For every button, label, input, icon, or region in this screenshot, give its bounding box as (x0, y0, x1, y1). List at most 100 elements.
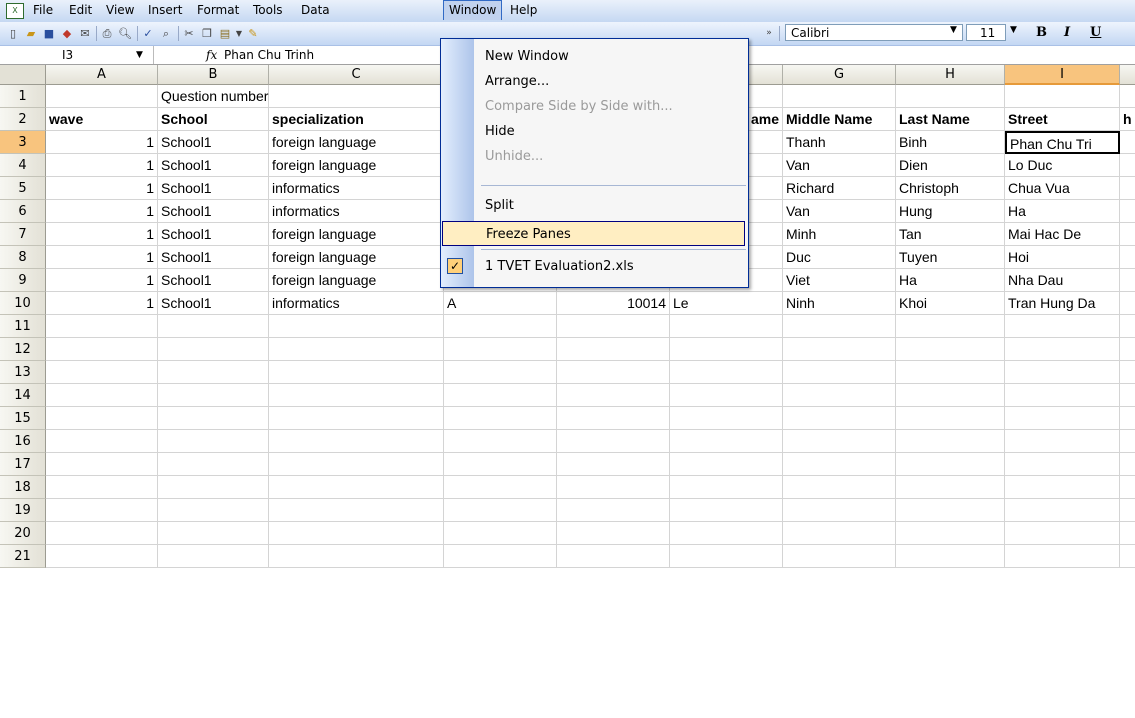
cell[interactable] (670, 338, 783, 361)
cell[interactable] (1005, 384, 1120, 407)
menu-window[interactable]: Window (443, 0, 503, 20)
question-number-cell[interactable]: Question number (158, 85, 269, 108)
header-cell-school[interactable]: School (158, 108, 269, 131)
cell[interactable] (896, 85, 1005, 108)
name-box-dropdown-icon[interactable]: ▼ (136, 46, 143, 64)
cell[interactable] (1120, 545, 1135, 568)
data-cell[interactable]: Chua Vua (1005, 177, 1120, 200)
cell[interactable] (444, 430, 557, 453)
cell[interactable] (783, 338, 896, 361)
cell[interactable] (444, 407, 557, 430)
row-header-3[interactable]: 3 (0, 131, 46, 154)
row-header-9[interactable]: 9 (0, 269, 46, 292)
data-cell[interactable]: Minh (783, 223, 896, 246)
cell[interactable] (1120, 338, 1135, 361)
cell[interactable] (557, 338, 670, 361)
cell[interactable] (444, 545, 557, 568)
cell[interactable] (269, 315, 444, 338)
data-cell[interactable]: School1 (158, 246, 269, 269)
copy-icon[interactable]: ❐ (200, 27, 214, 40)
cell[interactable] (896, 499, 1005, 522)
format-painter-icon[interactable]: ✎ (246, 27, 260, 40)
cell[interactable] (1120, 200, 1135, 223)
data-cell[interactable]: Tran Hung Da (1005, 292, 1120, 315)
cell[interactable] (783, 453, 896, 476)
paste-dropdown-icon[interactable]: ▼ (232, 27, 246, 40)
cell[interactable] (783, 499, 896, 522)
name-box[interactable]: I3 ▼ (0, 46, 154, 64)
cell[interactable] (1120, 177, 1135, 200)
data-cell[interactable]: Van (783, 154, 896, 177)
cell[interactable] (158, 361, 269, 384)
data-cell[interactable]: foreign language (269, 269, 444, 292)
data-cell[interactable]: Dien (896, 154, 1005, 177)
menu-insert[interactable]: Insert (143, 1, 187, 20)
cell[interactable] (670, 407, 783, 430)
cell[interactable] (783, 545, 896, 568)
data-cell[interactable]: Viet (783, 269, 896, 292)
cell[interactable] (46, 85, 158, 108)
cell[interactable] (783, 361, 896, 384)
cell[interactable] (896, 522, 1005, 545)
cell[interactable] (444, 476, 557, 499)
row-header-5[interactable]: 5 (0, 177, 46, 200)
spelling-icon[interactable]: ✓ (141, 27, 155, 40)
row-header-12[interactable]: 12 (0, 338, 46, 361)
cell[interactable] (670, 499, 783, 522)
row-header-14[interactable]: 14 (0, 384, 46, 407)
cell[interactable] (46, 407, 158, 430)
cell[interactable] (1005, 338, 1120, 361)
row-header-19[interactable]: 19 (0, 499, 46, 522)
underline-button[interactable]: U (1090, 25, 1101, 40)
cell[interactable] (158, 338, 269, 361)
cell[interactable] (1120, 292, 1135, 315)
data-cell[interactable]: Tan (896, 223, 1005, 246)
cell[interactable] (557, 453, 670, 476)
menu-item-split[interactable]: Split (441, 193, 748, 218)
cell[interactable] (1120, 131, 1135, 154)
data-cell[interactable]: Mai Hac De (1005, 223, 1120, 246)
row-header-15[interactable]: 15 (0, 407, 46, 430)
italic-button[interactable]: I (1064, 25, 1070, 40)
data-cell[interactable]: Binh (896, 131, 1005, 154)
cell[interactable] (1005, 361, 1120, 384)
cell[interactable] (557, 361, 670, 384)
menu-item-unhide[interactable]: Unhide... (441, 144, 748, 169)
permission-icon[interactable]: ◆ (60, 27, 74, 40)
toolbar-overflow-icon[interactable]: » (762, 27, 776, 40)
data-cell[interactable]: 1 (46, 223, 158, 246)
cell[interactable] (158, 315, 269, 338)
cell[interactable] (46, 384, 158, 407)
cell[interactable] (158, 453, 269, 476)
data-cell[interactable]: Tuyen (896, 246, 1005, 269)
menu-item-hide[interactable]: Hide (441, 119, 748, 144)
cell[interactable] (670, 522, 783, 545)
menu-item-window-file[interactable]: ✓ 1 TVET Evaluation2.xls (441, 254, 748, 279)
cell[interactable] (46, 499, 158, 522)
cell[interactable] (444, 522, 557, 545)
cell[interactable] (557, 499, 670, 522)
cell[interactable] (269, 430, 444, 453)
cell[interactable] (46, 338, 158, 361)
header-cell-last-name[interactable]: Last Name (896, 108, 1005, 131)
row-header-11[interactable]: 11 (0, 315, 46, 338)
cell[interactable] (896, 407, 1005, 430)
row-header-6[interactable]: 6 (0, 200, 46, 223)
column-header-j[interactable] (1120, 65, 1135, 85)
cell[interactable] (557, 430, 670, 453)
column-header-b[interactable]: B (158, 65, 269, 85)
menu-format[interactable]: Format (192, 1, 244, 20)
cell[interactable] (896, 476, 1005, 499)
data-cell[interactable]: 1 (46, 154, 158, 177)
row-header-1[interactable]: 1 (0, 85, 46, 108)
header-cell-specialization[interactable]: specialization (269, 108, 444, 131)
data-cell[interactable]: 1 (46, 292, 158, 315)
data-cell[interactable]: School1 (158, 269, 269, 292)
data-cell[interactable]: A (444, 292, 557, 315)
fx-icon[interactable]: fx (206, 46, 217, 64)
excel-app-icon[interactable]: X (6, 3, 24, 19)
data-cell[interactable]: Ha (896, 269, 1005, 292)
cell[interactable] (269, 361, 444, 384)
cell[interactable] (269, 545, 444, 568)
data-cell[interactable]: 10014 (557, 292, 670, 315)
